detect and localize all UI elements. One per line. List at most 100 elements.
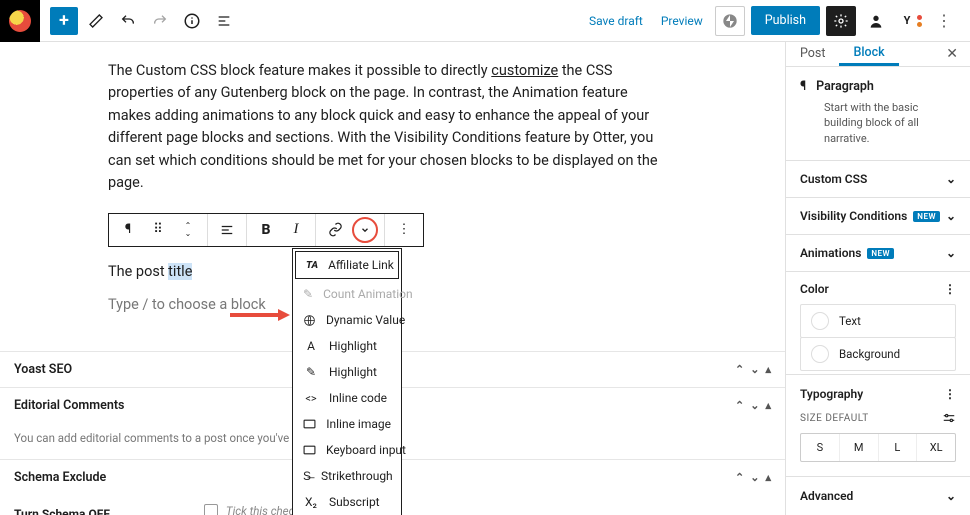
dropdown-item-icon: <>: [303, 392, 319, 405]
chevron-up-icon[interactable]: ⌃: [735, 363, 744, 376]
bold-button[interactable]: B: [251, 214, 281, 246]
paragraph-type-icon[interactable]: ¶: [113, 214, 143, 246]
new-badge: NEW: [867, 248, 894, 259]
tab-block[interactable]: Block: [839, 42, 898, 66]
acc-visibility[interactable]: Visibility ConditionsNEW⌄: [786, 198, 970, 235]
editor-canvas[interactable]: The Custom CSS block feature makes it po…: [0, 42, 785, 515]
block-description: Start with the basic building block of a…: [800, 100, 956, 146]
save-draft-button[interactable]: Save draft: [583, 8, 649, 34]
dropdown-item[interactable]: X₂ Subscript: [293, 489, 401, 515]
yoast-icon[interactable]: Y: [896, 7, 924, 35]
person-icon[interactable]: [862, 7, 890, 35]
typography-heading: Typography: [800, 387, 863, 401]
acc-animations[interactable]: AnimationsNEW⌄: [786, 235, 970, 272]
dropdown-item-label: Subscript: [329, 495, 380, 509]
italic-button[interactable]: I: [281, 214, 311, 246]
caret-up-icon[interactable]: ▴: [765, 363, 771, 376]
dropdown-item-icon: [303, 445, 316, 455]
color-text-row[interactable]: Text: [800, 304, 956, 338]
more-menu-icon[interactable]: ⋮: [930, 7, 958, 35]
chevron-down-icon: ⌄: [946, 209, 956, 223]
dropdown-item[interactable]: ✎Highlight: [293, 359, 401, 385]
size-button[interactable]: XL: [917, 434, 955, 461]
preview-button[interactable]: Preview: [655, 8, 709, 34]
rich-text-dropdown: TAAffiliate Link✎Count AnimationDynamic …: [292, 248, 402, 515]
dropdown-item-label: Highlight: [329, 365, 377, 379]
dropdown-item-icon: [303, 314, 316, 327]
more-icon[interactable]: ⋮: [944, 387, 956, 401]
more-icon[interactable]: ⋮: [944, 282, 956, 296]
editorial-title: Editorial Comments: [14, 398, 124, 413]
dropdown-item[interactable]: S̶ Strikethrough: [293, 463, 401, 489]
new-badge: NEW: [913, 211, 940, 222]
block-more-icon[interactable]: ⋮: [389, 214, 419, 246]
color-heading: Color: [800, 282, 829, 296]
size-button-group: SMLXL: [800, 433, 956, 462]
size-button[interactable]: L: [879, 434, 918, 461]
acc-custom-css[interactable]: Custom CSS⌄: [786, 161, 970, 198]
add-block-button[interactable]: +: [50, 7, 78, 35]
drag-handle-icon[interactable]: ⠿: [143, 214, 173, 246]
dropdown-item[interactable]: <> Inline code: [293, 385, 401, 411]
dropdown-item-icon: [303, 419, 316, 429]
info-icon[interactable]: [178, 7, 206, 35]
yoast-title: Yoast SEO: [14, 362, 72, 377]
jetpack-icon[interactable]: [715, 6, 745, 36]
chevron-up-icon[interactable]: ⌃: [735, 471, 744, 484]
undo-button[interactable]: [114, 7, 142, 35]
chevron-down-icon: ⌄: [946, 489, 956, 503]
more-rich-text-button[interactable]: [350, 217, 380, 243]
dropdown-item-icon: A: [303, 339, 319, 353]
move-arrows-icon[interactable]: ⌃⌄: [173, 214, 203, 246]
schema-title: Schema Exclude: [14, 470, 106, 485]
site-logo[interactable]: [0, 0, 40, 42]
block-toolbar: ¶ ⠿ ⌃⌄ B I ⋮: [108, 213, 424, 247]
caret-up-icon[interactable]: ▴: [765, 471, 771, 484]
tab-post[interactable]: Post: [786, 42, 839, 66]
dropdown-item-icon: ✎: [303, 287, 313, 301]
settings-button[interactable]: [826, 6, 856, 36]
dropdown-item-label: Keyboard input: [326, 443, 406, 457]
dropdown-item[interactable]: Dynamic Value: [293, 307, 401, 333]
chevron-down-icon[interactable]: ⌄: [750, 471, 759, 484]
size-button[interactable]: S: [801, 434, 840, 461]
schema-checkbox[interactable]: [204, 504, 218, 515]
dropdown-item[interactable]: Keyboard input: [293, 437, 401, 463]
dropdown-item-label: Count Animation: [323, 287, 413, 301]
dropdown-item[interactable]: A Highlight: [293, 333, 401, 359]
size-button[interactable]: M: [840, 434, 879, 461]
block-name: Paragraph: [816, 79, 874, 94]
acc-advanced[interactable]: Advanced⌄: [786, 477, 970, 515]
chevron-down-icon[interactable]: ⌄: [750, 399, 759, 412]
close-sidebar-button[interactable]: ✕: [934, 46, 970, 62]
paragraph-icon: ¶: [800, 79, 806, 94]
align-icon[interactable]: [212, 214, 242, 246]
outline-icon[interactable]: [210, 7, 238, 35]
chevron-down-icon[interactable]: ⌄: [750, 363, 759, 376]
dropdown-item-icon: X₂: [303, 495, 319, 509]
color-bg-row[interactable]: Background: [800, 337, 956, 371]
selected-text: title: [168, 263, 192, 280]
dropdown-item-label: Affiliate Link: [328, 258, 394, 272]
paragraph-prefix: The Custom CSS block feature makes it po…: [108, 62, 491, 79]
tools-icon[interactable]: [82, 7, 110, 35]
dropdown-item-label: Highlight: [329, 339, 377, 353]
caret-up-icon[interactable]: ▴: [765, 399, 771, 412]
paragraph-suffix: the CSS properties of any Gutenberg bloc…: [108, 62, 658, 191]
dropdown-item[interactable]: TAAffiliate Link: [295, 251, 399, 279]
chevron-up-icon[interactable]: ⌃: [735, 399, 744, 412]
paragraph-underlined: customize: [491, 62, 558, 79]
dropdown-item-label: Strikethrough: [321, 469, 393, 483]
redo-button[interactable]: [146, 7, 174, 35]
size-label: SIZE: [800, 413, 822, 424]
chevron-down-icon: ⌄: [946, 172, 956, 186]
paragraph-block[interactable]: The Custom CSS block feature makes it po…: [108, 60, 662, 195]
publish-button[interactable]: Publish: [751, 6, 820, 35]
dropdown-item-icon: S̶: [303, 469, 311, 483]
dropdown-item-label: Inline code: [329, 391, 387, 405]
sliders-icon[interactable]: [942, 411, 956, 425]
schema-toggle-label: Turn Schema OFF: [0, 495, 124, 515]
dropdown-item-label: Inline image: [326, 417, 391, 431]
dropdown-item[interactable]: Inline image: [293, 411, 401, 437]
link-button[interactable]: [320, 214, 350, 246]
